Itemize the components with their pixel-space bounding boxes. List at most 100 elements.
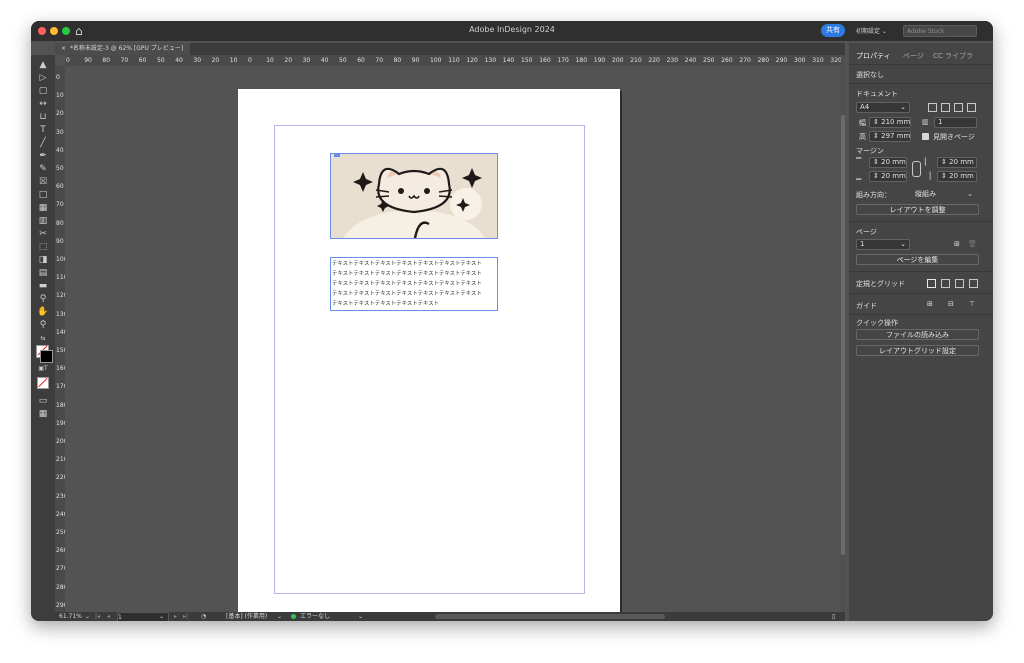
ruler-tick-label: 300 — [794, 57, 806, 64]
tab-pages[interactable]: ページ — [903, 51, 924, 61]
facing-pages-checkbox[interactable] — [922, 133, 929, 140]
type-tool-icon[interactable]: T — [36, 124, 50, 136]
split-view-icon[interactable]: ▯ — [832, 612, 835, 621]
stepper-icon[interactable]: ⇕ — [873, 118, 879, 126]
open-page-icon[interactable]: ◔ — [201, 612, 206, 621]
next-page-icon[interactable]: ▸ — [174, 612, 177, 621]
scissors-tool-icon[interactable]: ✂ — [36, 228, 50, 240]
ruler-tick-label: 270 — [739, 57, 751, 64]
screen-mode-icon[interactable]: ▭ — [36, 395, 50, 407]
vertical-scroll-thumb[interactable] — [841, 115, 845, 555]
ruler-tick-label: 40 — [175, 57, 183, 64]
page-dropdown-icon[interactable]: ⌄ — [159, 612, 164, 621]
page-select[interactable]: 1 ⌄ — [856, 239, 910, 250]
pasteboard[interactable]: テキストテキストテキストテキストテキストテキストテキスト テキストテキストテキス… — [65, 66, 845, 619]
rectangle-frame-tool-icon[interactable]: ☒ — [36, 176, 50, 188]
line-tool-icon[interactable]: ╱ — [36, 137, 50, 149]
smart-guides-icon[interactable]: ⊟ — [948, 300, 954, 308]
bind-left-icon[interactable] — [954, 103, 963, 112]
show-guides-icon[interactable]: ⊞ — [927, 300, 933, 308]
swap-colors-icon[interactable]: ⇆ — [36, 333, 50, 345]
table-tool-icon[interactable]: ▦ — [36, 202, 50, 214]
page-tool-icon[interactable]: ▢ — [36, 85, 50, 97]
landscape-icon[interactable] — [941, 103, 950, 112]
new-page-icon[interactable]: ⊞ — [954, 240, 960, 248]
workspace-switcher[interactable]: 初期設定 ⌄ — [856, 26, 887, 35]
document-grid-icon[interactable] — [955, 279, 964, 288]
quick-actions-heading: クイック操作 — [856, 319, 898, 327]
bind-right-icon[interactable] — [967, 103, 976, 112]
zoom-dropdown-icon[interactable]: ⌄ — [85, 612, 90, 621]
direction-select[interactable]: 縦組み ⌄ — [911, 189, 977, 200]
style-dropdown-icon[interactable]: ⌄ — [277, 612, 282, 621]
document-tab-label: *名称未設定-3 @ 62% [GPU プレビュー] — [69, 45, 184, 52]
free-transform-tool-icon[interactable]: ⬚ — [36, 241, 50, 253]
grid-tool-icon[interactable]: ▥ — [36, 215, 50, 227]
stepper-icon[interactable]: ⇕ — [873, 132, 879, 140]
zoom-tool-icon[interactable]: ⚲ — [36, 319, 50, 331]
gradient-swatch-tool-icon[interactable]: ◨ — [36, 254, 50, 266]
stepper-icon[interactable]: ⇕ — [941, 172, 947, 180]
preflight-dropdown-icon[interactable]: ⌄ — [358, 612, 363, 621]
edit-page-button[interactable]: ページを編集 — [856, 254, 979, 265]
delete-page-icon[interactable]: 🗑 — [968, 240, 977, 248]
document-page[interactable]: テキストテキストテキストテキストテキストテキストテキスト テキストテキストテキス… — [238, 89, 620, 619]
ruler-icon[interactable] — [927, 279, 936, 288]
layout-grid-settings-button[interactable]: レイアウトグリッド設定 — [856, 345, 979, 356]
lock-guides-icon[interactable]: ⊤ — [969, 300, 975, 308]
document-tab[interactable]: × *名称未設定-3 @ 62% [GPU プレビュー] — [55, 43, 190, 55]
apply-none-icon[interactable] — [37, 377, 49, 389]
margin-inside-field[interactable]: ⇕ 20 mm — [937, 157, 977, 168]
direct-selection-tool-icon[interactable]: ▷ — [36, 72, 50, 84]
portrait-icon[interactable] — [928, 103, 937, 112]
page-size-select[interactable]: A4 ⌄ — [856, 102, 910, 113]
prev-page-icon[interactable]: ◂ — [107, 612, 110, 621]
stepper-icon[interactable]: ⇕ — [873, 158, 879, 166]
layout-grid-icon[interactable] — [969, 279, 978, 288]
margin-top-field[interactable]: ⇕ 20 mm — [869, 157, 907, 168]
share-button[interactable]: 共有 — [821, 24, 845, 37]
eyedropper-tool-icon[interactable]: ⚲ — [36, 293, 50, 305]
width-field[interactable]: ⇕ 210 mm — [869, 117, 911, 128]
tab-cc-libraries[interactable]: CC ライブラ — [933, 51, 973, 61]
pages-count-field[interactable]: 1 — [934, 117, 977, 128]
page-style[interactable]: [基本] (作業用) — [226, 612, 267, 621]
text-frame[interactable]: テキストテキストテキストテキストテキストテキストテキスト テキストテキストテキス… — [330, 257, 498, 311]
adobe-stock-search-input[interactable]: Adobe Stock — [903, 25, 977, 37]
ruler-tick-label: 120 — [466, 57, 478, 64]
image-frame[interactable] — [330, 153, 498, 239]
pen-tool-icon[interactable]: ✒ — [36, 150, 50, 162]
horizontal-scrollbar[interactable] — [435, 614, 665, 619]
gap-tool-icon[interactable]: ↔ — [36, 98, 50, 110]
first-page-icon[interactable]: |◂ — [95, 612, 100, 621]
link-margins-icon[interactable] — [912, 161, 921, 177]
preflight-status[interactable]: エラーなし — [300, 612, 330, 621]
margin-heading: マージン — [856, 147, 884, 155]
last-page-icon[interactable]: ▸| — [183, 612, 188, 621]
pencil-tool-icon[interactable]: ✎ — [36, 163, 50, 175]
stepper-icon[interactable]: ⇕ — [941, 158, 947, 166]
content-collector-tool-icon[interactable]: ⊔ — [36, 111, 50, 123]
container-text-icon[interactable]: ▣T — [36, 363, 50, 375]
frame-handle-icon[interactable] — [334, 154, 340, 157]
hand-tool-icon[interactable]: ✋ — [36, 306, 50, 318]
vertical-scrollbar[interactable] — [841, 55, 845, 621]
ruler-tick-label: 290 — [775, 57, 788, 64]
import-file-button[interactable]: ファイルの読み込み — [856, 329, 979, 340]
selection-tool-icon[interactable]: ▲ — [36, 59, 50, 71]
gradient-feather-tool-icon[interactable]: ▤ — [36, 267, 50, 279]
baseline-grid-icon[interactable] — [941, 279, 950, 288]
stroke-swatch-icon[interactable] — [40, 350, 53, 363]
close-tab-icon[interactable]: × — [61, 45, 66, 52]
tab-properties[interactable]: プロパティ — [856, 51, 891, 61]
margin-outside-field[interactable]: ⇕ 20 mm — [937, 171, 977, 182]
adjust-layout-button[interactable]: レイアウトを調整 — [856, 204, 979, 215]
note-tool-icon[interactable]: ▬ — [36, 280, 50, 292]
stepper-icon[interactable]: ⇕ — [873, 172, 879, 180]
height-field[interactable]: ⇕ 297 mm — [869, 131, 911, 142]
margin-bottom-field[interactable]: ⇕ 20 mm — [869, 171, 907, 182]
rectangle-tool-icon[interactable]: □ — [36, 189, 50, 201]
margin-top-icon: ▔ — [856, 158, 862, 166]
zoom-level[interactable]: 61.71% — [59, 612, 82, 621]
page-view-icon[interactable]: ▦ — [36, 408, 50, 420]
